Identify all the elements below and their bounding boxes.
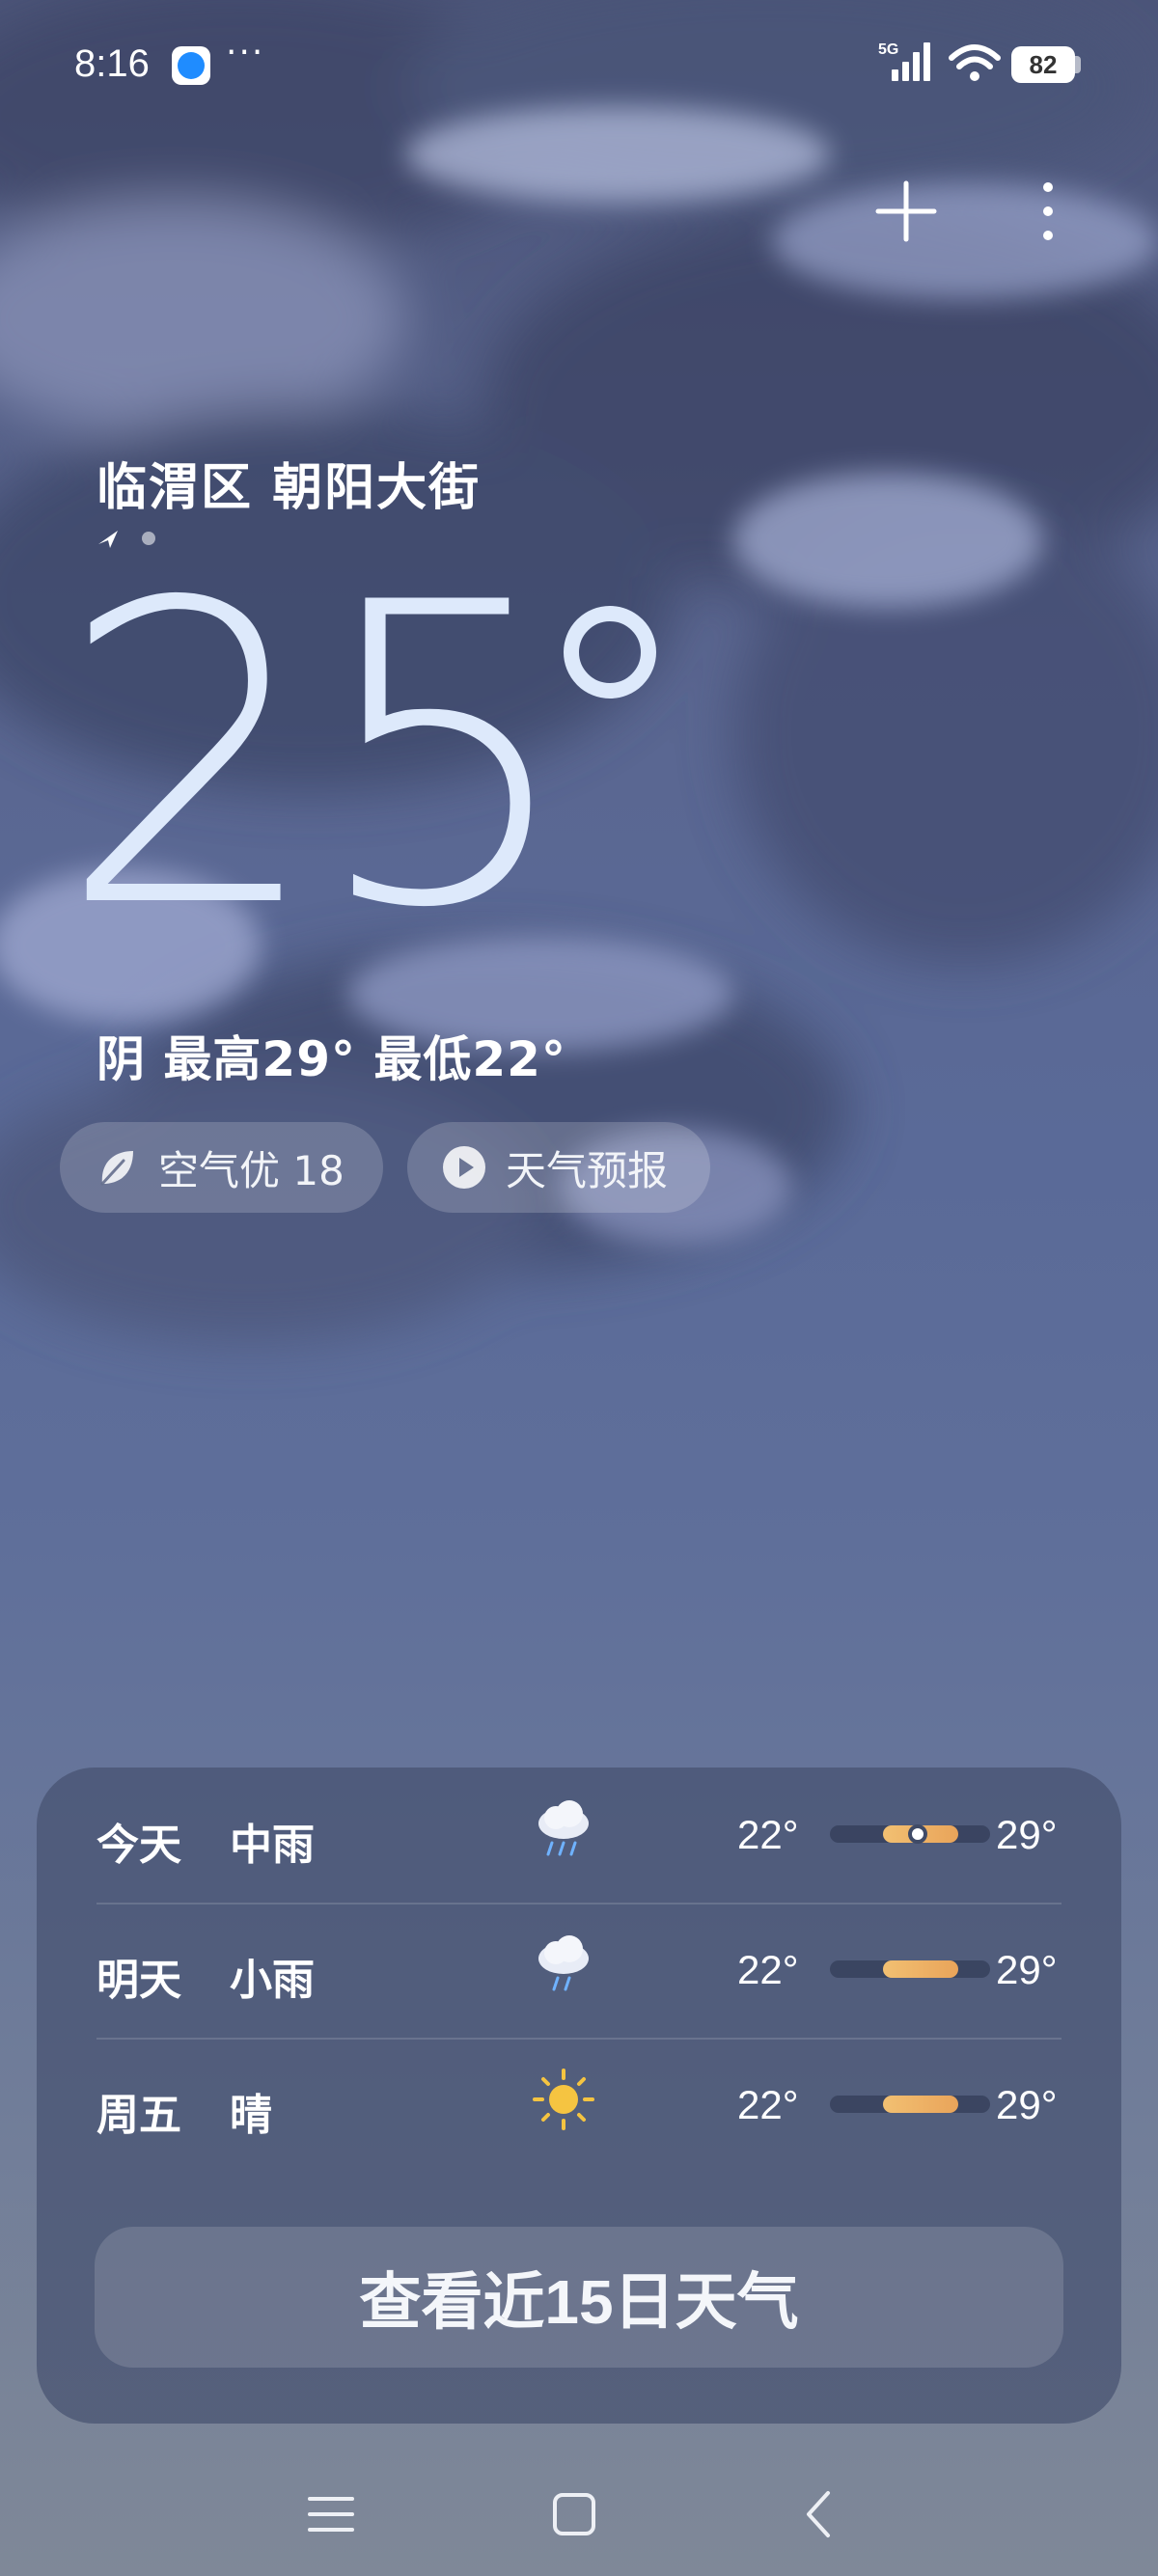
- forecast-day: 明天: [96, 1956, 181, 2005]
- play-icon: [443, 1146, 485, 1189]
- temperature-range-fill: [882, 1960, 958, 1978]
- temperature-range-bar: [830, 1824, 990, 1844]
- forecast-row[interactable]: 明天 小雨 22° 29°: [96, 1903, 1062, 2038]
- air-quality-button[interactable]: 空气优 18: [60, 1122, 383, 1213]
- forecast-low: 22°: [737, 2082, 799, 2127]
- leaf-icon: [100, 1151, 133, 1186]
- location-name: 临渭区 朝阳大街: [96, 459, 482, 517]
- temperature-range-bar: [830, 1960, 990, 1978]
- forecast-high: 29°: [996, 1812, 1058, 1857]
- browser-icon: [172, 46, 210, 85]
- temperature-range-bar: [830, 2096, 990, 2113]
- cellular-signal-icon: 5G: [878, 41, 930, 81]
- current-temperature: 25: [58, 516, 576, 999]
- back-chevron-icon[interactable]: [782, 2476, 859, 2553]
- weather-forecast-button[interactable]: 天气预报: [407, 1122, 710, 1213]
- degree-symbol: [564, 606, 656, 699]
- battery-tip: [1075, 56, 1081, 73]
- view-15-day-forecast-button[interactable]: 查看近15日天气: [95, 2227, 1063, 2368]
- status-bar: 8:16 ··· 5G 82: [0, 0, 1158, 125]
- forecast-high: 29°: [996, 1947, 1058, 1992]
- forecast-low: 22°: [737, 1947, 799, 1992]
- weather-forecast-label: 天气预报: [506, 1146, 669, 1194]
- air-quality-label: 空气优 18: [158, 1146, 345, 1194]
- forecast-condition: 晴: [230, 2091, 272, 2140]
- wifi-icon: [949, 44, 1001, 81]
- forecast-row[interactable]: 周五 晴 22° 29°: [96, 2038, 1062, 2173]
- more-options-button[interactable]: [1029, 179, 1067, 243]
- forecast-low: 22°: [737, 1812, 799, 1857]
- add-city-button[interactable]: [874, 179, 938, 243]
- menu-icon[interactable]: [292, 2476, 370, 2553]
- home-square-icon[interactable]: [536, 2476, 613, 2553]
- status-time: 8:16: [74, 42, 150, 85]
- sun-icon: [533, 2069, 594, 2130]
- rain-cloud-icon: [538, 1800, 589, 1856]
- forecast-condition: 中雨: [230, 1821, 315, 1870]
- more-notifications-indicator: ···: [226, 33, 265, 72]
- battery-level: 82: [1011, 46, 1075, 83]
- rain-cloud-icon: [538, 1935, 589, 1991]
- forecast-row[interactable]: 今天 中雨 22° 29°: [96, 1768, 1062, 1903]
- forecast-day: 周五: [96, 2091, 181, 2140]
- forecast-card: 今天 中雨 22° 29° 明天 小雨 22° 29° 周五 晴 22° 29°…: [37, 1768, 1121, 2424]
- forecast-condition: 小雨: [230, 1956, 315, 2005]
- system-navigation-bar: [0, 2451, 1158, 2576]
- temperature-range-fill: [882, 2096, 958, 2113]
- forecast-day: 今天: [96, 1821, 181, 1870]
- condition-summary: 阴 最高29° 最低22°: [96, 1031, 566, 1087]
- network-type-label: 5G: [878, 41, 898, 58]
- forecast-high: 29°: [996, 2082, 1058, 2127]
